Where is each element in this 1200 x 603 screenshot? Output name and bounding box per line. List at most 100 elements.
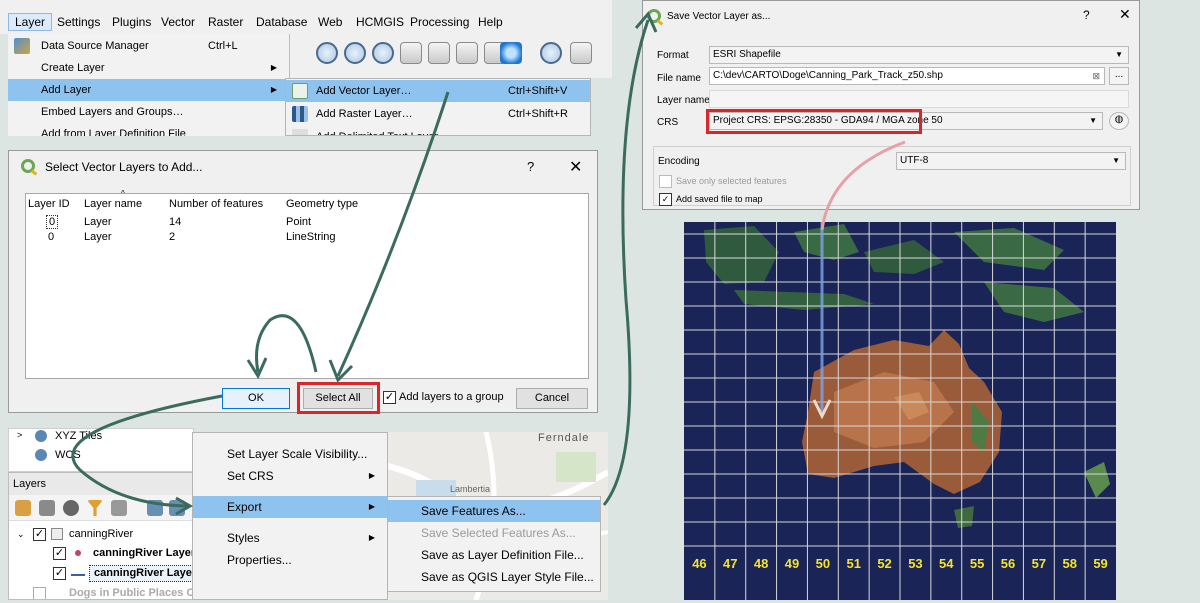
add-to-map-label: Add saved file to map [676, 194, 763, 204]
submenu-arrow-icon: ▶ [270, 63, 277, 72]
zone-number-label: 59 [1093, 556, 1108, 571]
menu-item-label: Set Layer Scale Visibility... [227, 447, 368, 461]
menu-plugins[interactable]: Plugins [106, 13, 157, 31]
layer-visibility-checkbox[interactable] [33, 587, 46, 599]
menu-web[interactable]: Web [312, 13, 348, 31]
data-source-manager-icon [14, 38, 30, 54]
menu-item-label: Add from Layer Definition File [41, 128, 186, 136]
qgis-logo-icon [647, 9, 661, 23]
filename-input[interactable]: C:\dev\CARTO\Doge\Canning_Park_Track_z50… [709, 67, 1105, 85]
submenu-arrow-icon: ▶ [368, 471, 375, 480]
collapse-all-icon[interactable] [169, 500, 185, 516]
menu-item-styles[interactable]: Styles ▶ [193, 527, 387, 549]
menu-vector[interactable]: Vector [155, 13, 201, 31]
expression-filter-icon[interactable] [111, 500, 127, 516]
menu-database[interactable]: Database [250, 13, 313, 31]
encoding-select[interactable]: UTF-8 ▼ [896, 152, 1126, 170]
browser-item-xyz-tiles[interactable]: XYZ Tiles [55, 430, 102, 442]
zone-number-label: 54 [939, 556, 954, 571]
menu-layer[interactable]: Layer [8, 13, 53, 31]
add-group-icon[interactable] [39, 500, 55, 516]
submenu-arrow-icon: ▶ [368, 533, 375, 542]
menu-item-set-crs[interactable]: Set CRS ▶ [193, 465, 387, 487]
chevron-down-icon: ▼ [1089, 116, 1097, 125]
cell-geometry-type: LineString [286, 231, 336, 243]
menu-item-save-layer-definition[interactable]: Save as Layer Definition File... [388, 544, 600, 566]
format-select[interactable]: ESRI Shapefile ▼ [709, 46, 1129, 64]
layer-visibility-checkbox[interactable]: ✓ [53, 567, 66, 580]
group-visibility-checkbox[interactable]: ✓ [33, 528, 46, 541]
save-vector-layer-dialog: Save Vector Layer as... ? ✕ Format ESRI … [642, 0, 1140, 210]
menu-item-label: Embed Layers and Groups… [41, 106, 184, 118]
menu-bar: Layer Settings Plugins Vector Raster Dat… [0, 0, 612, 34]
zoom-last-icon[interactable] [456, 42, 478, 64]
menu-item-add-layer-definition[interactable]: Add from Layer Definition File [8, 123, 289, 136]
menu-item-add-raster-layer[interactable]: Add Raster Layer… Ctrl+Shift+R [286, 103, 590, 125]
close-button[interactable]: ✕ [1119, 6, 1131, 23]
column-header-geometry-type[interactable]: Geometry type [286, 198, 358, 210]
identify-icon[interactable] [540, 42, 562, 64]
layer-table: Layer ID Layer name ^ Number of features… [25, 189, 589, 379]
style-brush-icon[interactable] [15, 500, 31, 516]
show-bookmarks-icon[interactable] [428, 42, 450, 64]
ok-button[interactable]: OK [222, 388, 290, 409]
vector-layer-icon [292, 83, 308, 99]
menu-settings[interactable]: Settings [51, 13, 106, 31]
visibility-eye-icon[interactable] [63, 500, 79, 516]
expand-arrow-icon[interactable]: > [17, 430, 22, 440]
menu-raster[interactable]: Raster [202, 13, 249, 31]
cell-layer-name: Layer [84, 231, 112, 243]
menu-item-label: Styles [227, 531, 260, 545]
settings-gear-icon[interactable] [570, 42, 592, 64]
only-selected-checkbox [659, 175, 672, 188]
menu-hcmgis[interactable]: HCMGIS [350, 13, 410, 31]
menu-item-embed-layers[interactable]: Embed Layers and Groups… [8, 101, 289, 123]
collapse-arrow-icon[interactable]: ⌄ [17, 529, 25, 540]
clear-field-icon[interactable]: ⊠ [1092, 68, 1100, 84]
menu-item-add-vector-layer[interactable]: Add Vector Layer… Ctrl+Shift+V [286, 80, 590, 102]
column-header-feature-count[interactable]: Number of features [169, 198, 263, 210]
browser-item-wcs[interactable]: WCS [55, 449, 81, 461]
zoom-layer-icon[interactable] [372, 42, 394, 64]
menu-item-data-source-manager[interactable]: Data Source Manager Ctrl+L [8, 35, 289, 57]
layer-visibility-checkbox[interactable]: ✓ [53, 547, 66, 560]
expand-all-icon[interactable] [147, 500, 163, 516]
menu-item-add-layer[interactable]: Add Layer ▶ [8, 79, 289, 101]
cell-feature-count: 2 [169, 231, 176, 243]
select-vector-layers-dialog: Select Vector Layers to Add... ? ✕ Layer… [8, 150, 598, 414]
add-to-group-checkbox[interactable]: ✓ [383, 391, 396, 404]
menu-item-scale-visibility[interactable]: Set Layer Scale Visibility... [193, 443, 387, 465]
menu-item-create-layer[interactable]: Create Layer ▶ [8, 57, 289, 79]
layer-group-name[interactable]: canningRiver [69, 528, 133, 540]
zoom-out-icon[interactable] [344, 42, 366, 64]
menu-item-label: Set CRS [227, 469, 274, 483]
zone-number-label: 48 [753, 556, 769, 571]
layer-menu: Data Source Manager Ctrl+L Create Layer … [8, 34, 290, 136]
zone-number-label: 53 [908, 556, 923, 571]
browse-button[interactable]: ... [1109, 67, 1129, 85]
route-arrow [812, 222, 832, 420]
column-header-layer-id[interactable]: Layer ID [28, 198, 70, 210]
help-button[interactable]: ? [527, 159, 534, 174]
cancel-button[interactable]: Cancel [516, 388, 588, 409]
layer-name[interactable]: canningRiver Layer [93, 547, 195, 559]
add-to-map-checkbox[interactable]: ✓ [659, 193, 672, 206]
menu-item-export[interactable]: Export ▶ [193, 496, 387, 518]
column-header-layer-name[interactable]: Layer name [84, 198, 142, 210]
new-bookmark-icon[interactable] [400, 42, 422, 64]
help-button[interactable]: ? [1083, 8, 1090, 22]
filter-icon[interactable] [87, 500, 103, 516]
xyz-tiles-icon [35, 430, 47, 442]
menu-item-add-delimited-text[interactable]: Add Delimited Text Layer… [286, 126, 590, 135]
zone-number-label: 47 [723, 556, 738, 571]
close-button[interactable]: ✕ [569, 157, 582, 177]
map-label-street: Lambertia [450, 484, 491, 494]
refresh-icon[interactable] [500, 42, 522, 64]
menu-item-save-style-file[interactable]: Save as QGIS Layer Style File... [388, 566, 600, 588]
menu-help[interactable]: Help [472, 13, 509, 31]
menu-item-properties[interactable]: Properties... [193, 549, 387, 571]
menu-processing[interactable]: Processing [404, 13, 475, 31]
menu-item-save-features-as[interactable]: Save Features As... [388, 500, 600, 522]
crs-selector-icon[interactable]: ◍ [1109, 112, 1129, 130]
zoom-in-icon[interactable] [316, 42, 338, 64]
